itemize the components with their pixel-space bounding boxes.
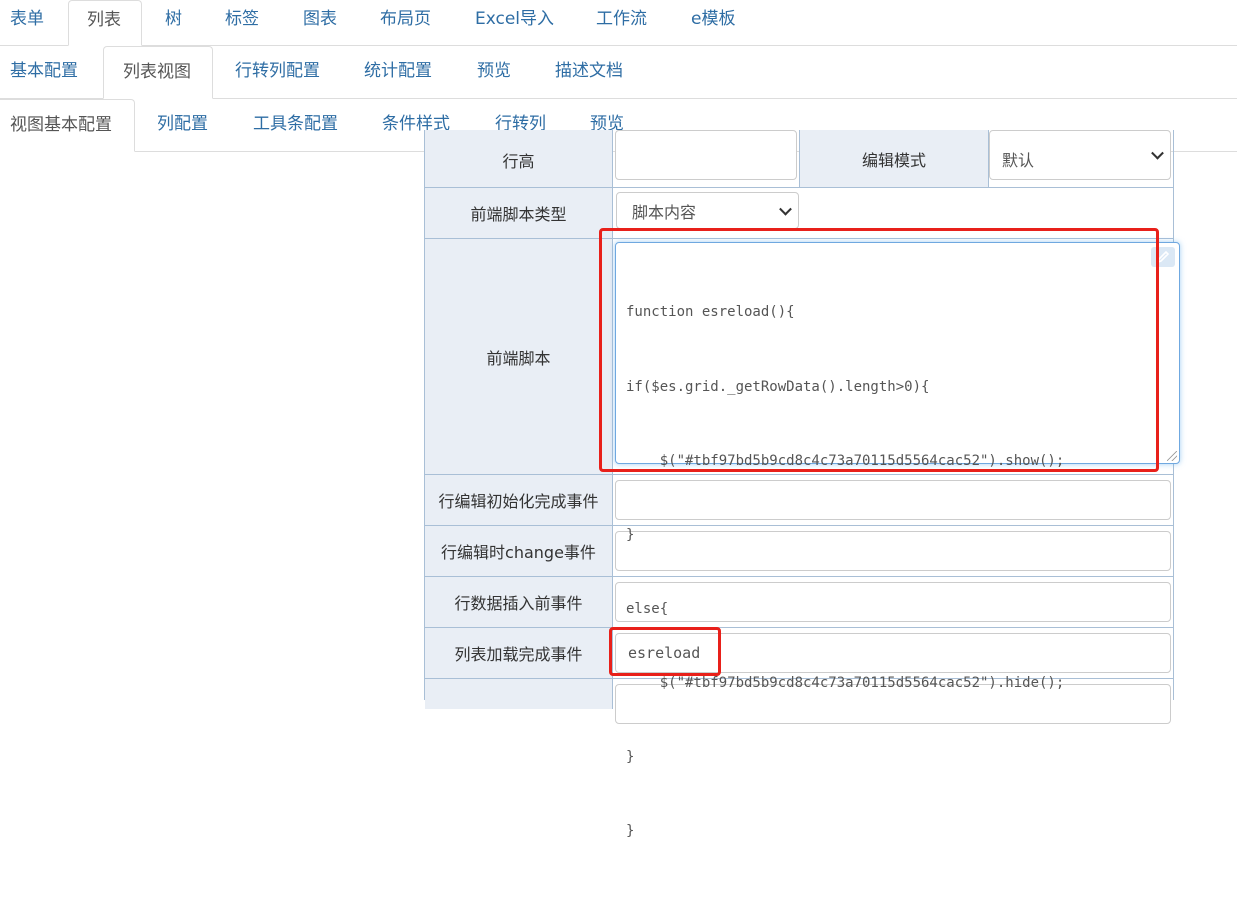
tab-stats-config[interactable]: 统计配置: [364, 46, 432, 98]
row-height-label: 行高: [425, 130, 613, 188]
next-row-label: [425, 679, 613, 709]
tab-preview-l2[interactable]: 预览: [477, 46, 511, 98]
row-edit-init-label: 行编辑初始化完成事件: [425, 475, 613, 526]
tab-layout[interactable]: 布局页: [380, 0, 431, 45]
list-sub-tab-bar: 基本配置 列表视图 行转列配置 统计配置 预览 描述文档: [0, 46, 1237, 99]
tab-description-doc[interactable]: 描述文档: [555, 46, 623, 98]
tab-chart[interactable]: 图表: [303, 0, 337, 45]
code-line: $("#tbf97bd5b9cd8c4c73a70115d5564cac52")…: [626, 452, 1065, 469]
code-line: }: [626, 748, 635, 765]
tab-toolbar-config[interactable]: 工具条配置: [253, 99, 338, 151]
resize-handle[interactable]: [1167, 451, 1177, 461]
row-edit-init-label-text: 行编辑初始化完成事件: [438, 492, 599, 511]
load-complete-label: 列表加载完成事件: [425, 628, 613, 679]
edit-mode-label: 编辑模式: [800, 130, 989, 188]
row-edit-change-label: 行编辑时change事件: [425, 526, 613, 577]
code-line: else{: [626, 600, 669, 617]
tab-row-to-col-config[interactable]: 行转列配置: [235, 46, 320, 98]
code-line: if($es.grid._getRowData().length>0){: [626, 378, 930, 395]
edit-mode-label-text: 编辑模式: [861, 150, 926, 170]
chevron-down-icon: [779, 202, 792, 216]
tab-tree[interactable]: 树: [165, 0, 182, 45]
edit-mode-selected-value: 默认: [1002, 151, 1035, 170]
before-insert-label: 行数据插入前事件: [425, 577, 613, 628]
tab-workflow[interactable]: 工作流: [596, 0, 647, 45]
before-insert-label-text: 行数据插入前事件: [454, 594, 583, 613]
code-line: }: [626, 526, 635, 543]
load-complete-label-text: 列表加载完成事件: [454, 645, 583, 664]
script-type-label: 前端脚本类型: [425, 188, 613, 239]
tab-list-view[interactable]: 列表视图: [103, 46, 213, 99]
row-edit-change-label-text: 行编辑时change事件: [441, 543, 596, 562]
script-type-label-text: 前端脚本类型: [470, 205, 567, 224]
tab-form[interactable]: 表单: [10, 0, 44, 45]
code-line: $("#tbf97bd5b9cd8c4c73a70115d5564cac52")…: [626, 674, 1065, 691]
row-height-input[interactable]: [615, 130, 797, 180]
chevron-down-icon: [1151, 146, 1164, 160]
script-type-cell: 脚本内容: [613, 188, 1173, 239]
pencil-icon[interactable]: [1151, 247, 1175, 267]
script-label-text: 前端脚本: [486, 348, 551, 368]
code-line: function esreload(){: [626, 304, 795, 321]
edit-mode-select[interactable]: 默认: [989, 130, 1171, 180]
tab-excel-import[interactable]: Excel导入: [475, 0, 554, 45]
tab-column-config[interactable]: 列配置: [157, 99, 208, 151]
script-type-selected-value: 脚本内容: [632, 202, 697, 222]
tab-tag[interactable]: 标签: [225, 0, 259, 45]
tab-basic-config[interactable]: 基本配置: [10, 46, 78, 98]
code-line: }: [626, 823, 635, 840]
script-type-select[interactable]: 脚本内容: [616, 192, 799, 229]
row-height-cell: [613, 130, 800, 188]
tab-e-template[interactable]: e模板: [691, 0, 735, 45]
script-editor[interactable]: function esreload(){ if($es.grid._getRow…: [615, 242, 1180, 839]
tab-view-basic-config[interactable]: 视图基本配置: [0, 99, 135, 152]
row-height-label-text: 行高: [502, 151, 535, 171]
edit-mode-cell: 默认: [989, 130, 1173, 188]
main-tab-bar: 表单 列表 树 标签 图表 布局页 Excel导入 工作流 e模板: [0, 0, 1237, 46]
tab-list[interactable]: 列表: [68, 0, 142, 46]
script-label: 前端脚本: [425, 239, 613, 475]
